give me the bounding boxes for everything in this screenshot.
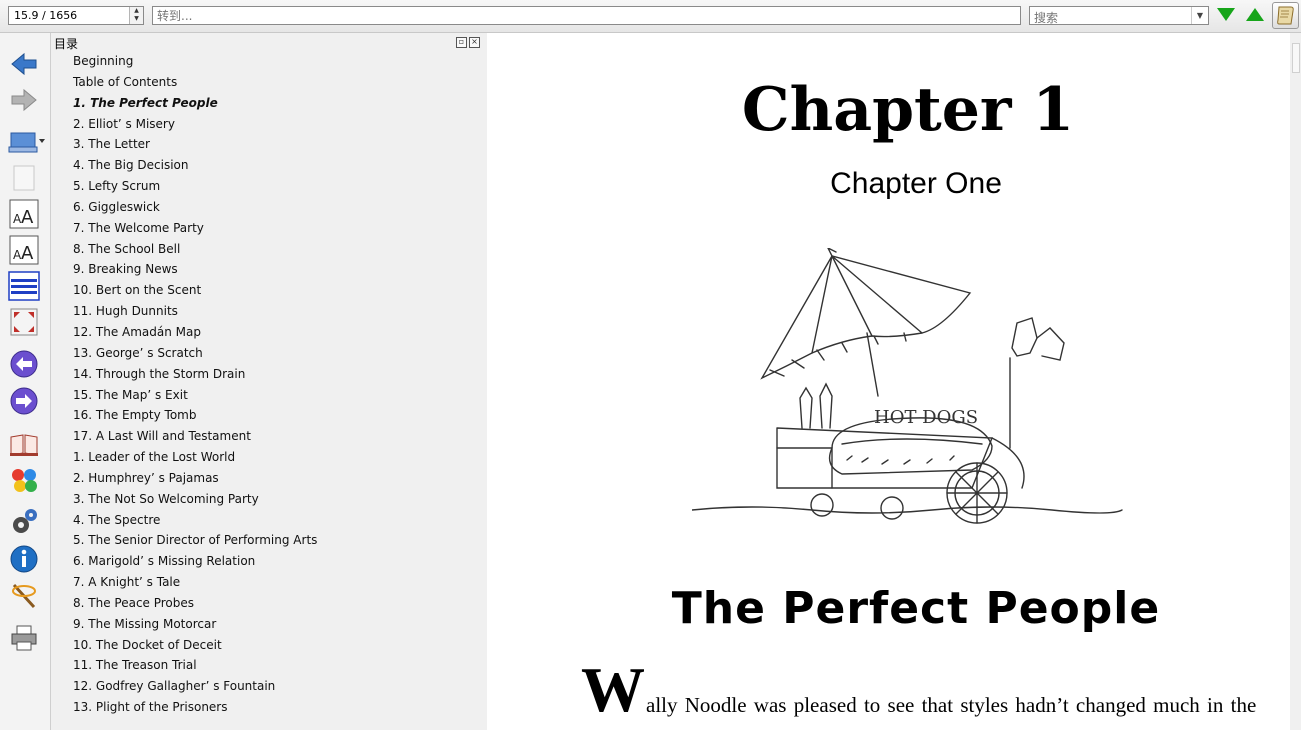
toc-item[interactable]: 12. Godfrey Gallagher’ s Fountain: [73, 678, 463, 699]
find-previous-icon[interactable]: [1246, 8, 1264, 21]
chapter-subheading: Chapter One: [830, 167, 1002, 200]
toc-item[interactable]: 3. The Letter: [73, 136, 463, 157]
illustration-sign: HOT DOGS: [874, 407, 978, 428]
toc-item[interactable]: 3. The Not So Welcoming Party: [73, 491, 463, 512]
toc-item[interactable]: 10. The Docket of Deceit: [73, 637, 463, 658]
find-next-icon[interactable]: [1217, 8, 1235, 21]
toc-item[interactable]: 15. The Map’ s Exit: [73, 387, 463, 408]
icon-sidebar: A A A A: [0, 33, 51, 730]
search-box[interactable]: ▼: [1029, 6, 1209, 27]
next-chapter-icon[interactable]: [8, 386, 40, 416]
toc-item[interactable]: Beginning: [73, 53, 463, 74]
font-increase-icon[interactable]: A A: [8, 199, 40, 229]
toc-item[interactable]: 7. A Knight’ s Tale: [73, 574, 463, 595]
toc-item[interactable]: 5. Lefty Scrum: [73, 178, 463, 199]
toc-list-icon[interactable]: [8, 271, 40, 301]
toc-item[interactable]: 9. Breaking News: [73, 261, 463, 282]
document-page: Chapter 1 Chapter One HOT DOGS The Perfe…: [487, 33, 1290, 730]
toc-item[interactable]: 1. The Perfect People: [73, 95, 463, 116]
prev-chapter-icon[interactable]: [8, 349, 40, 379]
chapter-heading: Chapter 1: [741, 75, 1075, 145]
toc-item[interactable]: 6. Giggleswick: [73, 199, 463, 220]
toc-item[interactable]: 16. The Empty Tomb: [73, 407, 463, 428]
toc-item[interactable]: 9. The Missing Motorcar: [73, 616, 463, 637]
toc-item[interactable]: 13. George’ s Scratch: [73, 345, 463, 366]
spin-up-icon[interactable]: ▲: [130, 7, 143, 15]
toc-item[interactable]: 13. Plight of the Prisoners: [73, 699, 463, 720]
toc-item[interactable]: 4. The Spectre: [73, 512, 463, 533]
toc-item[interactable]: 2. Elliot’ s Misery: [73, 116, 463, 137]
settings-icon[interactable]: [8, 507, 40, 537]
toc-item[interactable]: Table of Contents: [73, 74, 463, 95]
page-spinner[interactable]: ▲ ▼: [129, 7, 143, 24]
toc-item[interactable]: 5. The Senior Director of Performing Art…: [73, 532, 463, 553]
toc-item[interactable]: 7. The Welcome Party: [73, 220, 463, 241]
toc-item[interactable]: 2. Humphrey’ s Pajamas: [73, 470, 463, 491]
toc-item[interactable]: 6. Marigold’ s Missing Relation: [73, 553, 463, 574]
search-input[interactable]: [1030, 9, 1192, 27]
spin-down-icon[interactable]: ▼: [130, 15, 143, 23]
tools-icon[interactable]: [8, 581, 40, 611]
hot-dog-cart-illustration: HOT DOGS: [692, 248, 1123, 524]
info-icon[interactable]: [8, 544, 40, 574]
toc-list: Beginning Table of Contents 1. The Perfect…: [73, 53, 463, 720]
svg-text:A: A: [21, 243, 34, 264]
print-icon[interactable]: [8, 623, 40, 653]
autoscroll-button[interactable]: [1272, 2, 1299, 29]
book-icon[interactable]: [8, 429, 40, 459]
document-scroll-thumb[interactable]: [1292, 43, 1300, 73]
page-number-field[interactable]: 15.9 / 1656 ▲ ▼: [8, 6, 144, 25]
goto-input[interactable]: [152, 6, 1021, 25]
search-dropdown-icon[interactable]: ▼: [1191, 7, 1208, 24]
toc-item[interactable]: 14. Through the Storm Drain: [73, 366, 463, 387]
colors-icon[interactable]: [8, 465, 40, 495]
toc-item[interactable]: 8. The Peace Probes: [73, 595, 463, 616]
toc-item[interactable]: 11. The Treason Trial: [73, 657, 463, 678]
back-arrow-icon[interactable]: [8, 49, 40, 79]
toc-panel: 目录 ▫ × Beginning Table of Contents 1. The …: [51, 33, 533, 730]
forward-arrow-icon[interactable]: [8, 85, 40, 115]
toc-item[interactable]: 4. The Big Decision: [73, 157, 463, 178]
toc-restore-icon[interactable]: ▫: [456, 37, 467, 48]
font-decrease-icon[interactable]: A A: [8, 235, 40, 265]
body-text-line: ally Noodle was pleased to see that styl…: [646, 693, 1257, 717]
toc-title: 目录: [54, 37, 79, 51]
scroll-icon: [1277, 6, 1294, 25]
toc-item[interactable]: 17. A Last Will and Testament: [73, 428, 463, 449]
drop-cap: W: [581, 654, 645, 725]
toc-close-icon[interactable]: ×: [469, 37, 480, 48]
page-icon[interactable]: [8, 163, 40, 193]
toolbar: 15.9 / 1656 ▲ ▼ ▼: [0, 0, 1301, 33]
toc-item[interactable]: 12. The Amadán Map: [73, 324, 463, 345]
document-scrollbar[interactable]: [1291, 33, 1301, 730]
svg-text:A: A: [21, 207, 34, 228]
toc-item[interactable]: 1. Leader of the Lost World: [73, 449, 463, 470]
toc-item[interactable]: 10. Bert on the Scent: [73, 282, 463, 303]
chapter-title: The Perfect People: [671, 583, 1161, 634]
toc-item[interactable]: 8. The School Bell: [73, 241, 463, 262]
fullscreen-icon[interactable]: [8, 307, 40, 337]
toc-item[interactable]: 11. Hugh Dunnits: [73, 303, 463, 324]
library-icon[interactable]: [8, 127, 48, 157]
page-number-value: 15.9 / 1656: [14, 9, 78, 22]
